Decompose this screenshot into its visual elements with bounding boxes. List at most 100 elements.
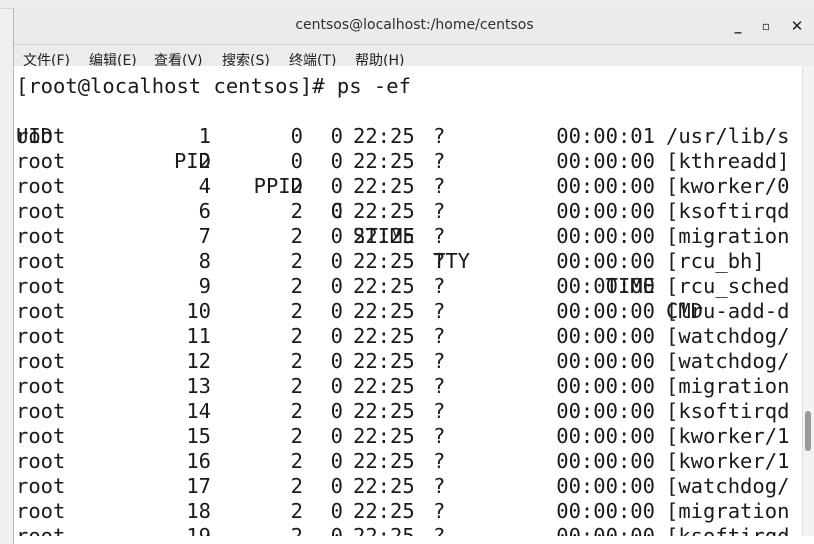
window-title: centsos@localhost:/home/centsos: [295, 17, 534, 33]
cell-tty: ?: [433, 249, 446, 273]
cell-stime: 22:25: [353, 524, 415, 536]
cell-uid: root: [16, 474, 66, 498]
cell-c: 0: [330, 449, 343, 473]
cell-c: 0: [330, 274, 343, 298]
cell-uid: root: [16, 499, 66, 523]
cell-stime: 22:25: [353, 449, 415, 473]
cell-pid: 10: [186, 299, 211, 323]
cell-c: 0: [330, 199, 343, 223]
terminal-output[interactable]: [root@localhost centsos]# ps -ef UID PID…: [14, 66, 804, 536]
cell-ppid: 2: [290, 424, 303, 448]
cell-stime: 22:25: [353, 399, 415, 423]
cell-uid: root: [16, 424, 66, 448]
cell-cmd: [kworker/1: [666, 449, 790, 473]
cell-c: 0: [330, 399, 343, 423]
cell-time: 00:00:00: [556, 174, 655, 198]
cell-time: 00:00:00: [556, 524, 655, 536]
cell-tty: ?: [433, 199, 446, 223]
cell-time: 00:00:00: [556, 474, 655, 498]
cell-cmd: [watchdog/: [666, 349, 790, 373]
cell-tty: ?: [433, 524, 446, 536]
cell-c: 0: [330, 374, 343, 398]
cell-time: 00:00:00: [556, 449, 655, 473]
cell-cmd: [watchdog/: [666, 324, 790, 348]
cell-pid: 4: [198, 174, 211, 198]
cell-pid: 12: [186, 349, 211, 373]
cell-c: 0: [330, 349, 343, 373]
cell-time: 00:00:00: [556, 199, 655, 223]
cell-c: 0: [330, 499, 343, 523]
cell-pid: 8: [198, 249, 211, 273]
cell-uid: root: [16, 374, 66, 398]
cell-cmd: [ksoftirqd: [666, 399, 790, 423]
cell-pid: 2: [198, 149, 211, 173]
scrollbar-thumb[interactable]: [805, 411, 811, 451]
cell-stime: 22:25: [353, 274, 415, 298]
cell-time: 00:00:00: [556, 499, 655, 523]
cell-c: 0: [330, 149, 343, 173]
command-prompt: [root@localhost centsos]# ps -ef: [16, 74, 411, 98]
cell-pid: 19: [186, 524, 211, 536]
minimize-button[interactable]: _: [727, 15, 749, 37]
cell-stime: 22:25: [353, 249, 415, 273]
cell-cmd: [ksoftirqd: [666, 524, 790, 536]
cell-c: 0: [330, 224, 343, 248]
cell-ppid: 2: [290, 349, 303, 373]
cell-pid: 16: [186, 449, 211, 473]
cell-ppid: 2: [290, 524, 303, 536]
cell-c: 0: [330, 524, 343, 536]
cell-c: 0: [330, 299, 343, 323]
cell-time: 00:00:00: [556, 149, 655, 173]
cell-tty: ?: [433, 174, 446, 198]
cell-stime: 22:25: [353, 224, 415, 248]
cell-uid: root: [16, 274, 66, 298]
cell-pid: 7: [198, 224, 211, 248]
cell-ppid: 2: [290, 199, 303, 223]
cell-cmd: [kworker/1: [666, 424, 790, 448]
scrollbar[interactable]: [802, 66, 814, 536]
maximize-button[interactable]: ▫: [755, 15, 777, 37]
cell-cmd: [kworker/0: [666, 174, 790, 198]
table-header: UID PID PPID C STIME TTY TIME CMD: [16, 99, 703, 323]
cell-tty: ?: [433, 149, 446, 173]
cell-uid: root: [16, 124, 66, 148]
cell-stime: 22:25: [353, 349, 415, 373]
cell-cmd: [watchdog/: [666, 474, 790, 498]
close-button[interactable]: ✕: [786, 15, 808, 37]
cell-tty: ?: [433, 374, 446, 398]
cell-uid: root: [16, 349, 66, 373]
cell-stime: 22:25: [353, 199, 415, 223]
cell-time: 00:00:00: [556, 299, 655, 323]
cell-ppid: 2: [290, 174, 303, 198]
cell-time: 00:00:00: [556, 349, 655, 373]
cell-ppid: 2: [290, 474, 303, 498]
cell-uid: root: [16, 149, 66, 173]
cell-time: 00:00:00: [556, 324, 655, 348]
cell-ppid: 0: [290, 149, 303, 173]
cell-ppid: 2: [290, 449, 303, 473]
cell-tty: ?: [433, 349, 446, 373]
cell-uid: root: [16, 299, 66, 323]
cell-ppid: 0: [290, 124, 303, 148]
cell-uid: root: [16, 449, 66, 473]
cell-uid: root: [16, 399, 66, 423]
cell-cmd: [migration: [666, 499, 790, 523]
cell-cmd: [kthreadd]: [666, 149, 790, 173]
cell-cmd: [lru-add-d: [666, 299, 790, 323]
cell-tty: ?: [433, 299, 446, 323]
cell-pid: 14: [186, 399, 211, 423]
title-bar[interactable]: centsos@localhost:/home/centsos _ ▫ ✕: [14, 8, 814, 45]
cell-time: 00:00:00: [556, 249, 655, 273]
cell-tty: ?: [433, 324, 446, 348]
cell-cmd: [migration: [666, 224, 790, 248]
cell-cmd: [rcu_sched: [666, 274, 790, 298]
cell-uid: root: [16, 199, 66, 223]
cell-time: 00:00:00: [556, 399, 655, 423]
cell-stime: 22:25: [353, 174, 415, 198]
cell-ppid: 2: [290, 274, 303, 298]
cell-stime: 22:25: [353, 124, 415, 148]
cell-stime: 22:25: [353, 424, 415, 448]
cell-stime: 22:25: [353, 149, 415, 173]
cell-ppid: 2: [290, 299, 303, 323]
cell-time: 00:00:00: [556, 374, 655, 398]
